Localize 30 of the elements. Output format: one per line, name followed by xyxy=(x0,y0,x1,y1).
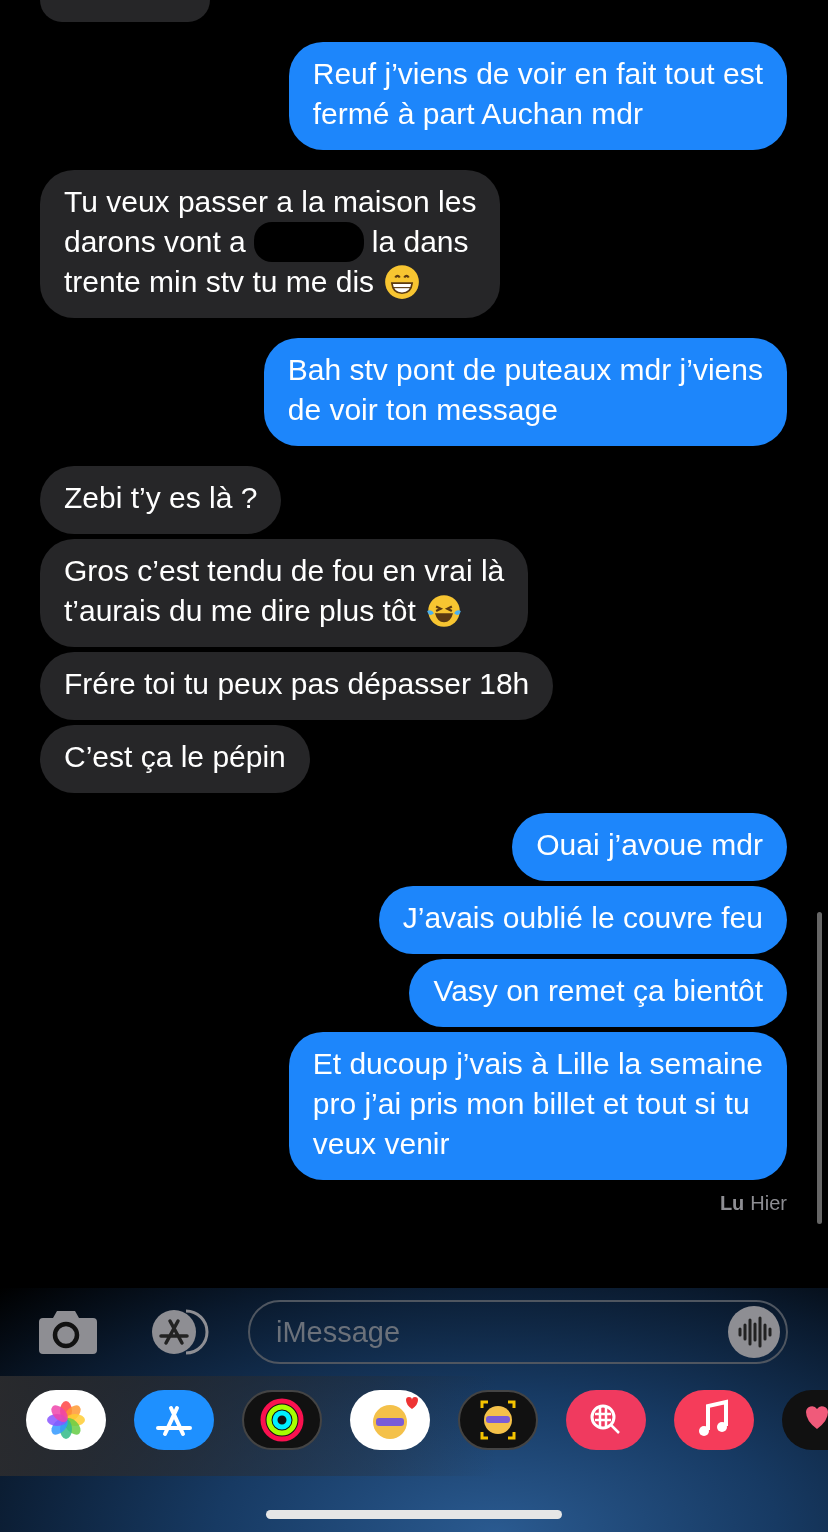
message-text: Bah stv pont de puteaux mdr j’viens de voir ton message xyxy=(287,353,763,426)
message-text: trente min stv tu me dis xyxy=(64,264,375,300)
audio-waveform-icon[interactable] xyxy=(728,1306,780,1358)
message-text: t’aurais du me dire plus tôt xyxy=(64,593,416,629)
message-text: C’est ça le pépin xyxy=(64,740,286,773)
laughing-tears-icon xyxy=(425,593,462,629)
message-text: la dans xyxy=(371,224,469,260)
message-text: Vasy on remet ça bientôt xyxy=(433,974,763,1007)
message-text: J’avais oublié le couvre feu xyxy=(402,901,763,934)
music-note-icon[interactable] xyxy=(674,1390,754,1450)
app-store-icon[interactable] xyxy=(134,1390,214,1450)
message-field[interactable]: iMessage xyxy=(248,1300,788,1364)
photos-app-icon[interactable] xyxy=(26,1390,106,1450)
message-text: Tu veux passer a la maison les xyxy=(64,184,477,220)
read-status: Lu xyxy=(719,1192,745,1215)
image-search-icon[interactable] xyxy=(566,1390,646,1450)
avatar-camera-icon[interactable] xyxy=(458,1390,538,1450)
message-text: Zebi t’y es là ? xyxy=(64,481,258,514)
activity-rings-icon[interactable] xyxy=(242,1390,322,1450)
message-text: Reuf j’viens de voir en fait tout est fermé à part Auchan mdr xyxy=(312,57,763,130)
message-input-field[interactable]: iMessage xyxy=(274,1314,728,1350)
message-text: darons vont a xyxy=(64,224,246,260)
heart-sticker-icon[interactable] xyxy=(782,1390,828,1450)
grinning-face-icon xyxy=(384,264,421,300)
message-text: Gros c’est tendu de fou en vrai là xyxy=(64,553,505,589)
read-time: Hier xyxy=(750,1192,787,1215)
message-text: Ouai j’avoue mdr xyxy=(536,828,763,861)
avatar-sticker-icon[interactable] xyxy=(350,1390,430,1450)
message-text: Frére toi tu peux pas dépasser 18h xyxy=(64,667,530,700)
message-text: Et ducoup j’vais à Lille la semaine pro j’ai pris mon billet et tout si tu veux venir xyxy=(312,1047,763,1160)
